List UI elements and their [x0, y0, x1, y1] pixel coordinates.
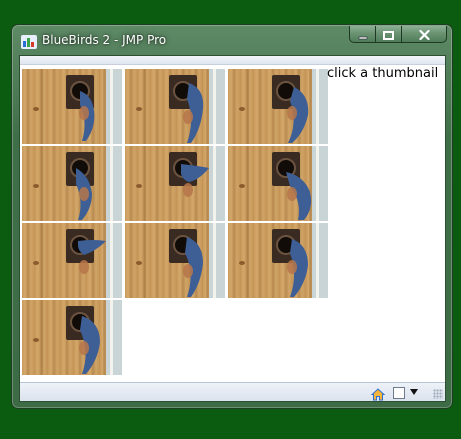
bluebird-photo [33, 300, 122, 375]
bluebird-thumbnail[interactable] [22, 69, 122, 144]
bluebird-thumbnail[interactable] [228, 223, 328, 298]
bluebird-thumbnail[interactable] [22, 146, 122, 221]
bluebird-photo [136, 223, 225, 298]
checkbox-icon[interactable] [393, 387, 405, 399]
title-bar[interactable]: BlueBirds 2 - JMP Pro [12, 25, 452, 55]
app-window: BlueBirds 2 - JMP Pro click a thumbnail [11, 24, 453, 409]
maximize-button[interactable] [376, 26, 402, 43]
thumbnail-grid [22, 69, 328, 375]
resize-grip-icon[interactable] [433, 389, 443, 399]
bluebird-photo [136, 146, 225, 221]
bluebird-photo [136, 69, 225, 144]
report-window-content: click a thumbnail [19, 55, 446, 402]
bluebird-thumbnail[interactable] [125, 69, 225, 144]
window-title: BlueBirds 2 - JMP Pro [42, 33, 167, 47]
home-icon[interactable] [370, 386, 386, 401]
bluebird-photo [239, 69, 328, 144]
close-icon [418, 25, 430, 44]
caption-buttons [349, 26, 447, 44]
close-button[interactable] [402, 26, 447, 43]
chevron-down-icon[interactable] [410, 389, 418, 395]
instruction-caption: click a thumbnail [327, 66, 439, 81]
bluebird-thumbnail[interactable] [22, 300, 122, 375]
jmp-app-icon [21, 34, 37, 49]
minimize-icon [358, 25, 368, 44]
bluebird-photo [33, 146, 122, 221]
bluebird-photo [239, 223, 328, 298]
minimize-button[interactable] [349, 26, 376, 43]
outline-header-bar [20, 56, 445, 65]
bluebird-thumbnail[interactable] [228, 69, 328, 144]
bluebird-photo [33, 223, 122, 298]
maximize-icon [383, 25, 394, 44]
status-bar [20, 382, 445, 401]
bluebird-thumbnail[interactable] [228, 146, 328, 221]
bluebird-thumbnail[interactable] [125, 223, 225, 298]
bluebird-photo [33, 69, 122, 144]
bluebird-photo [239, 146, 328, 221]
bluebird-thumbnail[interactable] [22, 223, 122, 298]
bluebird-thumbnail[interactable] [125, 146, 225, 221]
